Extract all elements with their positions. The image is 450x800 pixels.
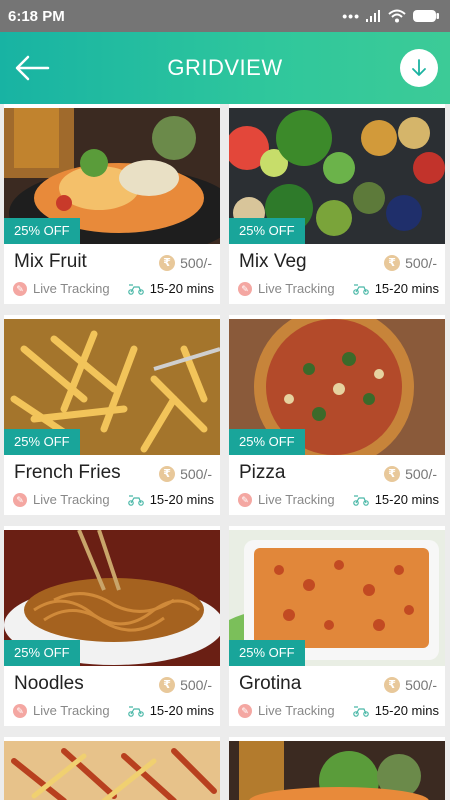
rupee-icon: ₹ bbox=[384, 255, 401, 271]
discount-badge: 25% OFF bbox=[229, 429, 305, 455]
food-card[interactable]: 25% OFF Pizza ₹ 500/- ✎ Live Tracking 15… bbox=[229, 315, 445, 515]
food-name: Pizza bbox=[239, 462, 286, 483]
tracking-label: Live Tracking bbox=[258, 703, 335, 718]
location-pin-icon: ✎ bbox=[13, 703, 27, 718]
arrow-left-icon bbox=[15, 55, 50, 81]
back-button[interactable] bbox=[10, 46, 54, 90]
discount-badge: 25% OFF bbox=[229, 640, 305, 666]
price-value: 500/- bbox=[180, 677, 212, 693]
tracking-label: Live Tracking bbox=[33, 492, 110, 507]
download-button[interactable] bbox=[400, 49, 438, 87]
delivery-scooter-icon bbox=[352, 494, 369, 506]
food-card[interactable]: 25% OFF Mix Veg ₹ 500/- ✎ Live Tracking … bbox=[229, 104, 445, 304]
live-tracking[interactable]: ✎ Live Tracking bbox=[238, 703, 335, 718]
live-tracking[interactable]: ✎ Live Tracking bbox=[13, 281, 110, 296]
location-pin-icon: ✎ bbox=[13, 492, 27, 507]
food-grid: 25% OFF Mix Fruit ₹ 500/- ✎ Live Trackin… bbox=[0, 104, 450, 800]
status-icons: ••• bbox=[342, 8, 440, 24]
price-value: 500/- bbox=[180, 466, 212, 482]
food-photo bbox=[229, 741, 445, 800]
eta-label: 15-20 mins bbox=[374, 703, 439, 718]
live-tracking[interactable]: ✎ Live Tracking bbox=[13, 703, 110, 718]
more-dots-icon: ••• bbox=[342, 8, 360, 24]
food-name: Mix Fruit bbox=[14, 251, 87, 272]
food-name: Grotina bbox=[239, 673, 302, 694]
rupee-icon: ₹ bbox=[384, 677, 401, 693]
price-value: 500/- bbox=[180, 255, 212, 271]
price: ₹ 500/- bbox=[384, 677, 437, 693]
eta-label: 15-20 mins bbox=[149, 492, 214, 507]
price-value: 500/- bbox=[405, 466, 437, 482]
price: ₹ 500/- bbox=[384, 255, 437, 271]
rupee-icon: ₹ bbox=[159, 255, 176, 271]
delivery-time: 15-20 mins bbox=[352, 281, 439, 296]
food-card[interactable]: 25% OFF Grotina ₹ 500/- ✎ Live Tracking … bbox=[229, 526, 445, 726]
rupee-icon: ₹ bbox=[159, 677, 176, 693]
food-card[interactable]: 25% OFF French Fries ₹ 500/- ✎ Live Trac… bbox=[4, 315, 220, 515]
battery-icon bbox=[413, 10, 439, 22]
price: ₹ 500/- bbox=[384, 466, 437, 482]
tracking-label: Live Tracking bbox=[33, 703, 110, 718]
location-pin-icon: ✎ bbox=[238, 492, 252, 507]
tracking-label: Live Tracking bbox=[258, 281, 335, 296]
food-photo bbox=[4, 741, 220, 800]
wifi-icon bbox=[388, 9, 406, 23]
eta-label: 15-20 mins bbox=[149, 703, 214, 718]
delivery-time: 15-20 mins bbox=[127, 492, 214, 507]
food-card[interactable]: 25% OFF Noodles ₹ 500/- ✎ Live Tracking … bbox=[4, 526, 220, 726]
food-card[interactable]: 25% OFF Mix Fruit ₹ 500/- ✎ Live Trackin… bbox=[4, 104, 220, 304]
live-tracking[interactable]: ✎ Live Tracking bbox=[13, 492, 110, 507]
delivery-scooter-icon bbox=[352, 705, 369, 717]
food-card[interactable] bbox=[229, 737, 445, 800]
download-icon bbox=[412, 59, 426, 76]
discount-badge: 25% OFF bbox=[4, 640, 80, 666]
tracking-label: Live Tracking bbox=[258, 492, 335, 507]
signal-icon bbox=[366, 10, 380, 22]
delivery-time: 15-20 mins bbox=[127, 281, 214, 296]
delivery-scooter-icon bbox=[127, 494, 144, 506]
status-time: 6:18 PM bbox=[8, 7, 65, 25]
eta-label: 15-20 mins bbox=[374, 492, 439, 507]
location-pin-icon: ✎ bbox=[13, 281, 27, 296]
price-value: 500/- bbox=[405, 677, 437, 693]
food-name: French Fries bbox=[14, 462, 121, 483]
app-bar: GRIDVIEW bbox=[0, 32, 450, 104]
delivery-time: 15-20 mins bbox=[127, 703, 214, 718]
live-tracking[interactable]: ✎ Live Tracking bbox=[238, 281, 335, 296]
delivery-scooter-icon bbox=[127, 283, 144, 295]
live-tracking[interactable]: ✎ Live Tracking bbox=[238, 492, 335, 507]
price-value: 500/- bbox=[405, 255, 437, 271]
rupee-icon: ₹ bbox=[384, 466, 401, 482]
status-bar: 6:18 PM ••• bbox=[0, 0, 450, 32]
page-title: GRIDVIEW bbox=[167, 55, 283, 80]
price: ₹ 500/- bbox=[159, 255, 212, 271]
discount-badge: 25% OFF bbox=[4, 429, 80, 455]
eta-label: 15-20 mins bbox=[149, 281, 214, 296]
delivery-time: 15-20 mins bbox=[352, 492, 439, 507]
rupee-icon: ₹ bbox=[159, 466, 176, 482]
discount-badge: 25% OFF bbox=[4, 218, 80, 244]
food-name: Noodles bbox=[14, 673, 84, 694]
location-pin-icon: ✎ bbox=[238, 703, 252, 718]
discount-badge: 25% OFF bbox=[229, 218, 305, 244]
price: ₹ 500/- bbox=[159, 677, 212, 693]
delivery-scooter-icon bbox=[352, 283, 369, 295]
delivery-time: 15-20 mins bbox=[352, 703, 439, 718]
eta-label: 15-20 mins bbox=[374, 281, 439, 296]
food-name: Mix Veg bbox=[239, 251, 307, 272]
price: ₹ 500/- bbox=[159, 466, 212, 482]
food-card[interactable] bbox=[4, 737, 220, 800]
location-pin-icon: ✎ bbox=[238, 281, 252, 296]
delivery-scooter-icon bbox=[127, 705, 144, 717]
tracking-label: Live Tracking bbox=[33, 281, 110, 296]
